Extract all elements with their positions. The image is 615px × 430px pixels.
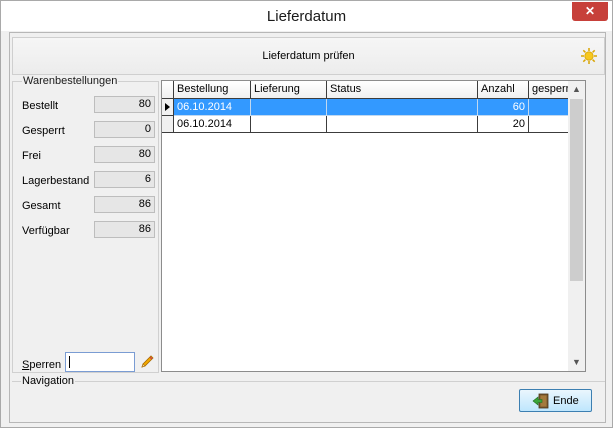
cell-bestellung[interactable]: 06.10.2014 [174, 116, 251, 133]
table-row[interactable]: 06.10.2014 60 [162, 99, 585, 116]
header-panel: Lieferdatum prüfen [12, 37, 605, 75]
client-area: Lieferdatum prüfen Warenbestellungen Bes… [9, 32, 606, 423]
value-gesperrt: 0 [94, 121, 155, 138]
column-header-lieferung[interactable]: Lieferung [251, 81, 327, 99]
cell-anzahl[interactable]: 60 [478, 99, 529, 116]
value-bestellt: 80 [94, 96, 155, 113]
cell-lieferung[interactable] [251, 99, 327, 116]
row-indicator [162, 116, 174, 133]
current-row-arrow-icon [165, 103, 170, 111]
value-gesamt: 86 [94, 196, 155, 213]
pencil-icon[interactable] [139, 354, 155, 370]
table-row[interactable]: 06.10.2014 20 [162, 116, 585, 133]
window-title: Lieferdatum [266, 8, 347, 25]
sun-icon [581, 48, 597, 64]
label-frei: Frei [22, 150, 41, 162]
label-verfuegbar: Verfügbar [22, 225, 70, 237]
text-caret [69, 356, 70, 368]
title-bar: Lieferdatum ✕ [1, 1, 612, 31]
header-title: Lieferdatum prüfen [262, 50, 355, 62]
ende-button[interactable]: Ende [519, 389, 592, 412]
grid-corner [162, 81, 174, 99]
exit-door-icon [532, 393, 549, 409]
column-header-status[interactable]: Status [327, 81, 478, 99]
column-header-anzahl[interactable]: Anzahl [478, 81, 529, 99]
row-indicator [162, 99, 174, 116]
cell-lieferung[interactable] [251, 116, 327, 133]
column-header-bestellung[interactable]: Bestellung [174, 81, 251, 99]
orders-grid[interactable]: Bestellung Lieferung Status Anzahl gespe… [161, 80, 586, 372]
label-gesperrt: Gesperrt [22, 125, 65, 137]
orders-group-title: Warenbestellungen [22, 75, 119, 87]
value-verfuegbar: 86 [94, 221, 155, 238]
label-gesamt: Gesamt [22, 200, 61, 212]
label-lagerbestand: Lagerbestand [22, 175, 90, 187]
sperren-label: Sperren [22, 359, 62, 371]
dialog-window: Lieferdatum ✕ Lieferdatum prüfen Warenbe… [0, 0, 613, 428]
close-button[interactable]: ✕ [572, 2, 608, 21]
cell-status[interactable] [327, 99, 478, 116]
scroll-down-icon[interactable]: ▼ [568, 354, 585, 371]
scroll-up-icon[interactable]: ▲ [568, 81, 585, 98]
ende-button-label: Ende [553, 395, 579, 407]
sperren-input[interactable] [65, 352, 135, 372]
cell-anzahl[interactable]: 20 [478, 116, 529, 133]
value-lagerbestand: 6 [94, 171, 155, 188]
label-bestellt: Bestellt [22, 100, 59, 112]
navigation-group: Navigation [12, 375, 605, 421]
cell-status[interactable] [327, 116, 478, 133]
value-frei: 80 [94, 146, 155, 163]
vertical-scrollbar[interactable]: ▲ ▼ [568, 81, 585, 371]
orders-group: Warenbestellungen Bestellt 80 Gesperrt 0… [12, 75, 159, 373]
scrollbar-thumb[interactable] [570, 99, 583, 281]
navigation-group-title: Navigation [21, 375, 75, 387]
grid-header: Bestellung Lieferung Status Anzahl gespe… [162, 81, 585, 100]
cell-bestellung[interactable]: 06.10.2014 [174, 99, 251, 116]
